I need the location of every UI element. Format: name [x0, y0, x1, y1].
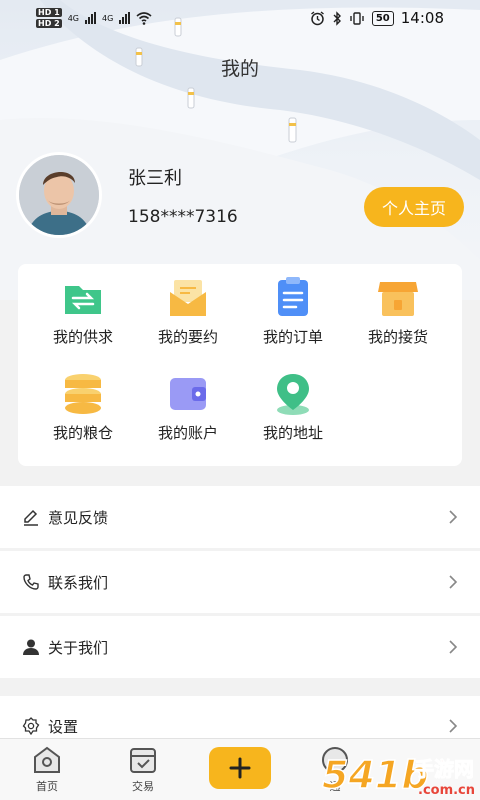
signal-icon — [84, 12, 96, 24]
svg-text:手游网: 手游网 — [414, 757, 474, 781]
person-icon — [23, 639, 39, 655]
settings-gear-icon — [22, 717, 40, 735]
plus-icon — [229, 757, 251, 779]
tab-home[interactable]: 首页 — [17, 745, 77, 797]
grid-item-offers[interactable]: 我的要约 — [136, 266, 240, 350]
header-background — [0, 0, 480, 300]
phone-icon — [23, 574, 39, 590]
menu-label: 联系我们 — [48, 573, 109, 592]
user-phone: 158****7316 — [128, 207, 238, 227]
location-pin-icon — [277, 374, 309, 415]
grid-label: 我的要约 — [157, 328, 218, 346]
grid-item-granary[interactable]: 我的粮仓 — [31, 362, 135, 446]
network-label-1: 4G — [67, 13, 79, 23]
grid-label: 我的账户 — [157, 424, 218, 442]
grid-item-address[interactable]: 我的地址 — [241, 362, 345, 446]
publish-button[interactable] — [209, 747, 271, 789]
order-document-icon — [278, 277, 308, 316]
grid-label: 我的供求 — [52, 328, 113, 346]
grid-label: 我的地址 — [262, 424, 323, 442]
vibrate-icon — [350, 11, 364, 25]
network-label-2: 4G — [101, 13, 114, 23]
store-box-icon — [378, 282, 418, 316]
chevron-right-icon — [449, 510, 458, 524]
grid-item-orders[interactable]: 我的订单 — [241, 266, 345, 350]
bluetooth-icon — [333, 10, 341, 26]
avatar[interactable] — [16, 152, 102, 238]
supply-demand-icon — [65, 286, 101, 314]
status-right: 50 14:08 — [310, 9, 444, 27]
wifi-icon — [136, 11, 152, 25]
tab-label: 首页 — [36, 780, 58, 793]
envelope-icon — [170, 280, 206, 316]
svg-text:.com.cn: .com.cn — [418, 783, 475, 798]
tab-label: 交易 — [132, 780, 154, 793]
menu-item-about[interactable]: 关于我们 — [0, 616, 480, 678]
clock: 14:08 — [400, 9, 444, 27]
grid-label: 我的订单 — [262, 328, 323, 346]
chevron-right-icon — [449, 640, 458, 654]
avatar-portrait-icon — [19, 155, 99, 235]
watermark-logo: 541b 手游网 .com.cn — [318, 748, 480, 800]
alarm-icon — [310, 10, 324, 25]
menu-label: 设置 — [48, 717, 79, 736]
status-bar: HD 1 HD 2 4G 4G 50 14:08 — [0, 0, 480, 36]
sim-indicators: HD 1 HD 2 — [36, 7, 62, 29]
chevron-right-icon — [449, 575, 458, 589]
function-grid: 我的供求 我的要约 我的订单 我的接货 我的粮仓 我的账户 我的地址 — [18, 264, 462, 466]
grid-item-receiving[interactable]: 我的接货 — [346, 266, 450, 350]
page-title: 我的 — [220, 58, 259, 80]
menu-item-contact[interactable]: 联系我们 — [0, 551, 480, 613]
menu-label: 意见反馈 — [48, 508, 109, 527]
grid-item-supply-demand[interactable]: 我的供求 — [31, 266, 135, 350]
personal-homepage-button[interactable]: 个人主页 — [364, 187, 464, 227]
trade-box-icon — [130, 748, 156, 773]
menu-item-feedback[interactable]: 意见反馈 — [0, 486, 480, 548]
profile-section: 张三利 158****7316 个人主页 — [16, 152, 464, 238]
tab-trade[interactable]: 交易 — [113, 745, 173, 797]
signal-icon-2 — [119, 12, 131, 24]
chevron-right-icon — [449, 719, 458, 733]
granary-stack-icon — [65, 374, 101, 414]
status-left: HD 1 HD 2 4G 4G — [36, 7, 152, 29]
grid-item-account[interactable]: 我的账户 — [136, 362, 240, 446]
menu-label: 关于我们 — [48, 638, 109, 657]
wallet-icon — [170, 378, 206, 410]
battery-indicator: 50 — [371, 10, 394, 26]
sim1-label: HD 1 — [36, 8, 62, 17]
user-name: 张三利 — [128, 168, 182, 189]
home-icon — [34, 746, 60, 773]
grid-label: 我的粮仓 — [52, 424, 113, 442]
sim2-label: HD 2 — [36, 19, 62, 28]
grid-label: 我的接货 — [367, 328, 428, 346]
edit-pen-icon — [24, 509, 38, 526]
svg-text:541b: 541b — [322, 753, 429, 797]
